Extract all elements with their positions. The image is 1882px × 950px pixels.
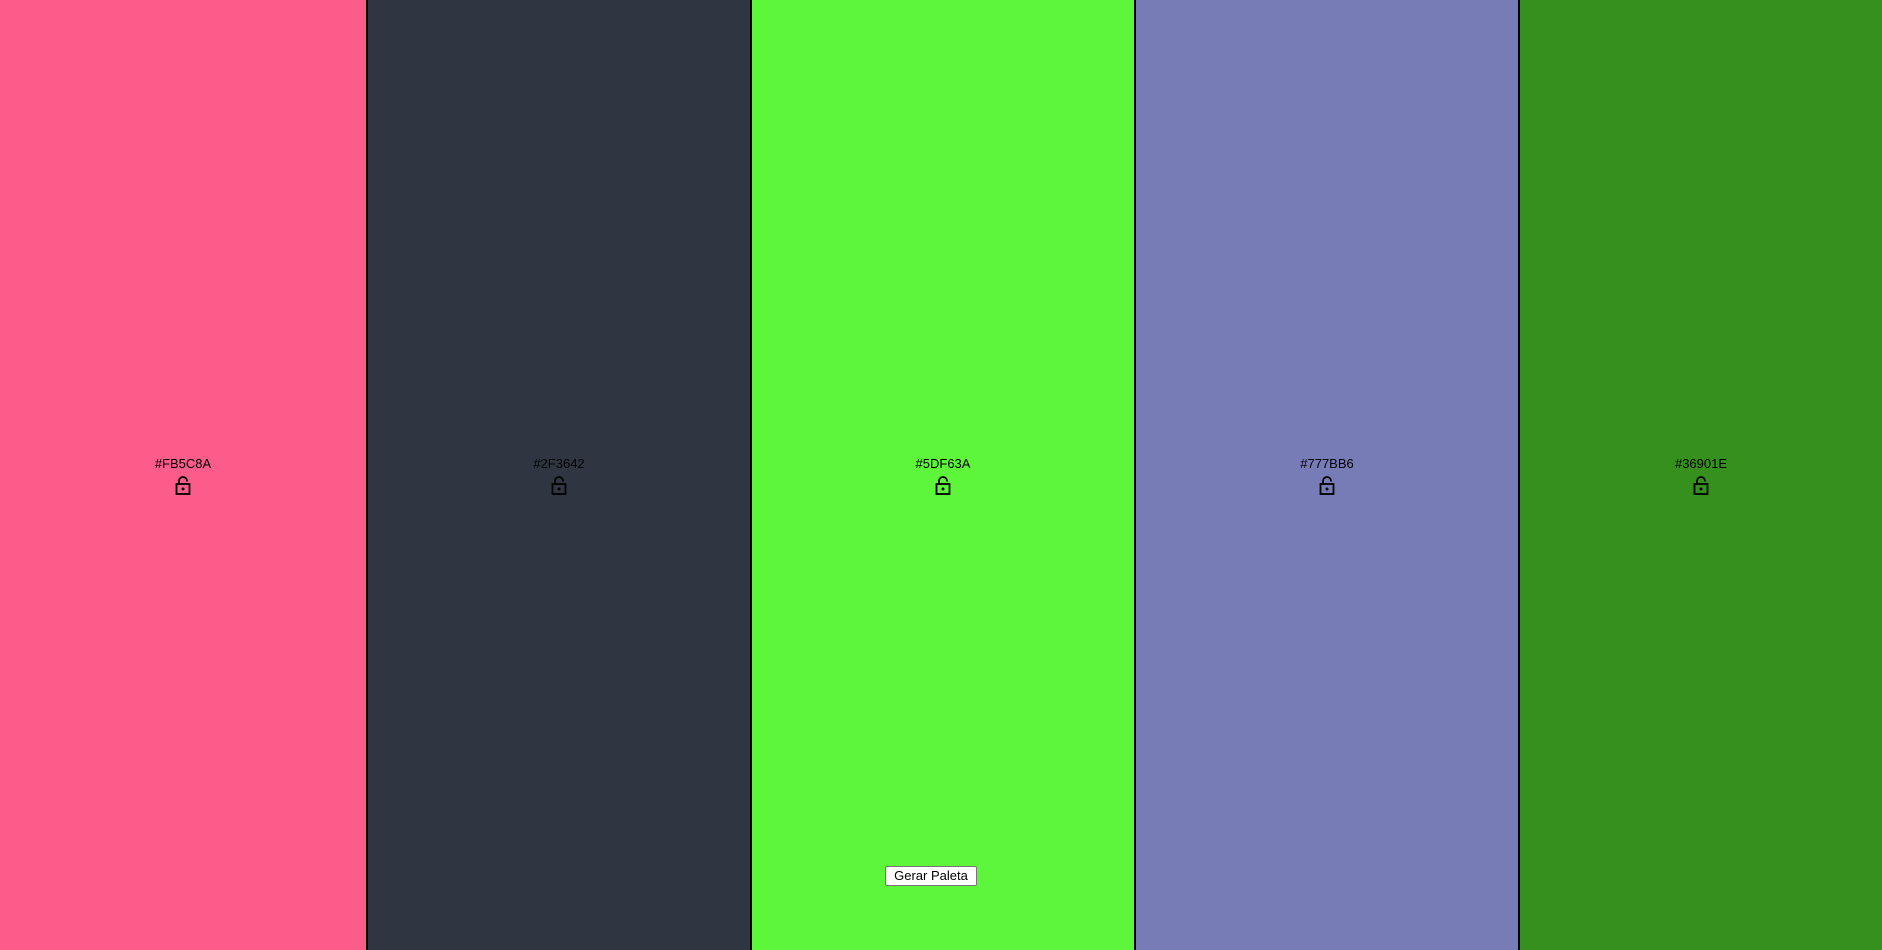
swatch-content: #5DF63A bbox=[752, 456, 1134, 496]
hex-code-label: #FB5C8A bbox=[154, 456, 212, 471]
color-swatch-4: #777BB6 bbox=[1134, 0, 1518, 950]
color-swatch-3: #5DF63A bbox=[750, 0, 1134, 950]
hex-code-label: #36901E bbox=[1674, 456, 1728, 471]
swatch-content: #2F3642 bbox=[368, 456, 750, 496]
unlocked-padlock-icon[interactable] bbox=[1316, 474, 1338, 496]
swatch-content: #FB5C8A bbox=[0, 456, 366, 496]
color-swatch-2: #2F3642 bbox=[366, 0, 750, 950]
hex-code-label: #2F3642 bbox=[533, 456, 585, 471]
hex-code-label: #777BB6 bbox=[1300, 456, 1354, 471]
swatch-content: #777BB6 bbox=[1136, 456, 1518, 496]
unlocked-padlock-icon[interactable] bbox=[932, 474, 954, 496]
color-swatch-5: #36901E bbox=[1518, 0, 1882, 950]
unlocked-padlock-icon[interactable] bbox=[548, 474, 570, 496]
color-palette: #FB5C8A #2F3642 #5DF63A #777BB6 #36901E … bbox=[0, 0, 1882, 950]
swatch-content: #36901E bbox=[1520, 456, 1882, 496]
color-swatch-1: #FB5C8A bbox=[0, 0, 366, 950]
generate-palette-button[interactable]: Gerar Paleta bbox=[885, 866, 977, 886]
hex-code-label: #5DF63A bbox=[915, 456, 971, 471]
unlocked-padlock-icon[interactable] bbox=[1690, 474, 1712, 496]
unlocked-padlock-icon[interactable] bbox=[172, 474, 194, 496]
